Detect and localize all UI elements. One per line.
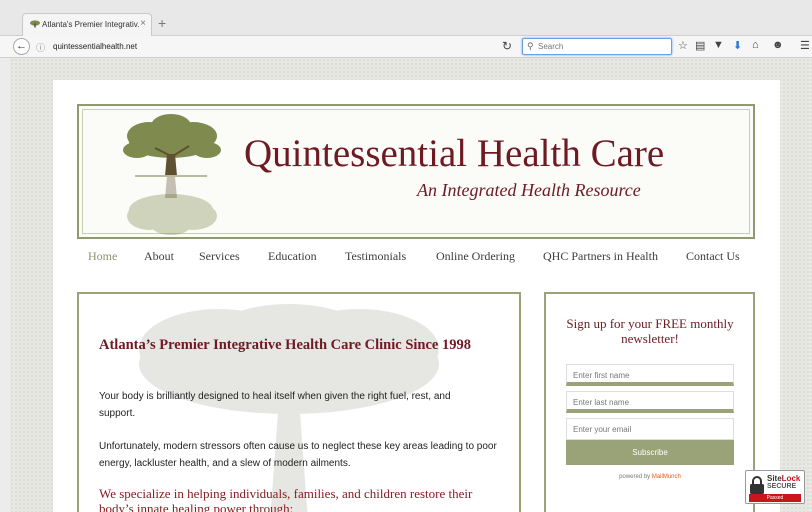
page-wrapper: Quintessential Health Care An Integrated… — [53, 80, 780, 512]
menu-icon[interactable]: ☰ — [800, 39, 810, 52]
nav-item-online-ordering[interactable]: Online Ordering — [436, 249, 515, 264]
content-paragraph: Your body is brilliantly designed to hea… — [99, 391, 451, 419]
main-nav: Home About Services Education Testimonia… — [77, 249, 755, 269]
browser-toolbar: ← ⓘ quintessentialhealth.net ↻ ⚲ ☆ ▤ ▼ ⬇… — [0, 36, 812, 58]
content-paragraph: Unfortunately, modern stressors often ca… — [99, 441, 497, 469]
newsletter-title: Sign up for your FREE monthly newsletter… — [566, 316, 734, 346]
address-bar[interactable]: quintessentialhealth.net — [53, 42, 137, 51]
sitelock-passed-label: Passed — [749, 494, 801, 502]
powered-by-text: powered by MailMunch — [619, 474, 681, 480]
nav-item-qhc-partners[interactable]: QHC Partners in Health — [543, 249, 658, 264]
padlock-icon — [750, 476, 764, 494]
content-highlight-paragraph: We specialize in helping individuals, fa… — [99, 486, 473, 512]
tree-logo-icon — [123, 114, 221, 235]
nav-item-education[interactable]: Education — [268, 249, 317, 264]
tab-title: Atlanta's Premier Integrativ... — [42, 20, 140, 29]
sitelock-badge[interactable]: SiteLock SECURE Passed — [745, 470, 805, 504]
search-icon: ⚲ — [527, 41, 534, 51]
page-viewport: Quintessential Health Care An Integrated… — [10, 58, 812, 512]
sitelock-secure-label: SECURE — [767, 483, 797, 490]
browser-tab-bar: Atlanta's Premier Integrativ... × + — [0, 0, 812, 36]
home-icon[interactable]: ⌂ — [752, 39, 759, 51]
email-input[interactable] — [567, 419, 733, 440]
new-tab-icon[interactable]: + — [158, 15, 166, 31]
reading-list-icon[interactable]: ▤ — [695, 39, 705, 52]
nav-item-contact-us[interactable]: Contact Us — [686, 249, 740, 264]
last-name-field[interactable] — [566, 391, 734, 413]
nav-item-about[interactable]: About — [144, 249, 174, 264]
nav-item-home[interactable]: Home — [88, 249, 117, 264]
site-header: Quintessential Health Care An Integrated… — [77, 104, 755, 239]
site-tagline: An Integrated Health Resource — [417, 180, 641, 200]
reload-icon[interactable]: ↻ — [502, 39, 512, 53]
newsletter-signup-box: Sign up for your FREE monthly newsletter… — [544, 292, 755, 512]
main-content-box: Atlanta’s Premier Integrative Health Car… — [77, 292, 521, 512]
info-icon[interactable]: ⓘ — [36, 41, 45, 54]
search-box[interactable]: ⚲ — [522, 38, 672, 55]
download-icon[interactable]: ⬇ — [733, 39, 742, 52]
first-name-input[interactable] — [567, 367, 733, 384]
browser-tab[interactable]: Atlanta's Premier Integrativ... × — [22, 13, 152, 36]
pocket-icon[interactable]: ▼ — [713, 39, 724, 51]
last-name-input[interactable] — [567, 394, 733, 411]
content-heading: Atlanta’s Premier Integrative Health Car… — [99, 337, 471, 353]
bookmark-star-icon[interactable]: ☆ — [678, 39, 688, 52]
back-arrow-icon[interactable]: ← — [13, 38, 30, 55]
first-name-field[interactable] — [566, 364, 734, 386]
tree-favicon-icon — [30, 20, 40, 30]
nav-item-services[interactable]: Services — [199, 249, 240, 264]
subscribe-button[interactable]: Subscribe — [566, 440, 734, 465]
email-field[interactable] — [566, 418, 734, 440]
tab-close-icon[interactable]: × — [140, 18, 146, 29]
search-input[interactable] — [538, 40, 668, 53]
nav-item-testimonials[interactable]: Testimonials — [345, 249, 406, 264]
account-icon[interactable]: ☻ — [772, 39, 784, 51]
site-title[interactable]: Quintessential Health Care — [244, 131, 664, 176]
mailmunch-link[interactable]: MailMunch — [652, 474, 681, 480]
